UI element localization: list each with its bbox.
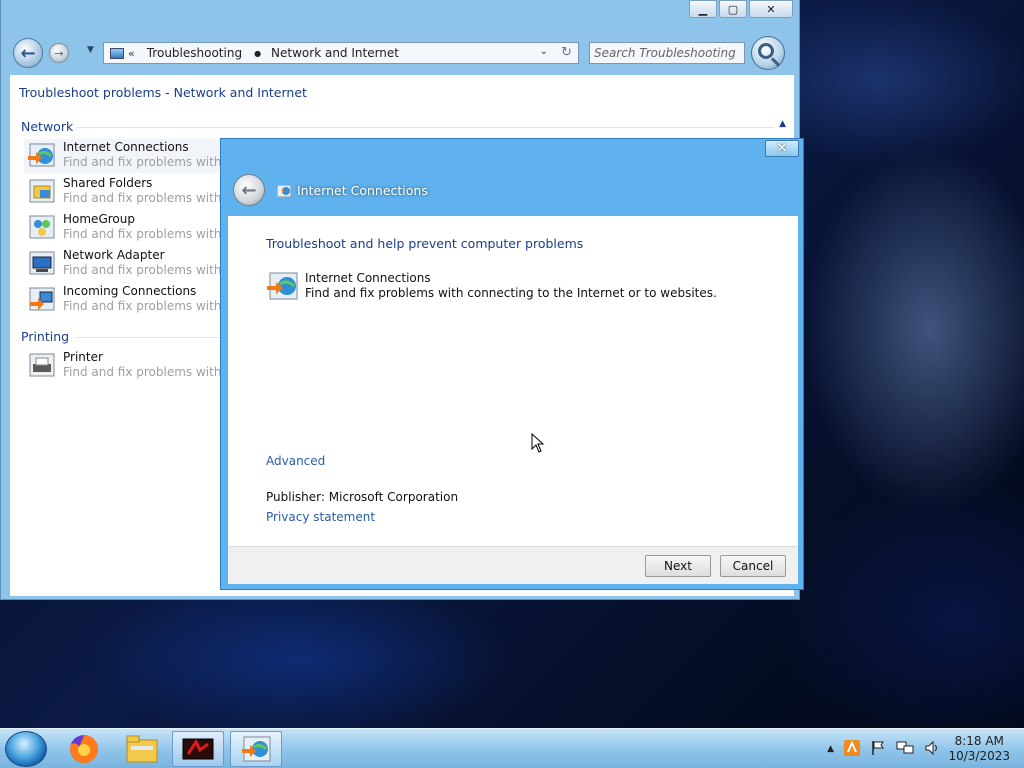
forward-arrow-icon: → <box>54 46 64 60</box>
navigation-bar: ← → ▼ « Troubleshooting ● Network and In… <box>11 36 785 70</box>
dialog-footer: Next Cancel <box>228 546 798 584</box>
clock[interactable]: 8:18 AM 10/3/2023 <box>948 734 1010 764</box>
network-icon[interactable] <box>896 740 914 759</box>
incoming-connections-icon <box>29 287 55 311</box>
media-app-icon <box>182 738 214 760</box>
item-description: Find and fix problems with vie <box>63 227 244 241</box>
minimize-icon: ▁ <box>698 2 708 16</box>
next-button[interactable]: Next <box>645 555 711 577</box>
item-description: Find and fix problems with acc <box>63 191 246 205</box>
printer-icon <box>29 353 55 377</box>
chevron-left-icon[interactable]: « <box>128 47 135 60</box>
item-description: Find and fix problems with inc <box>63 299 243 313</box>
search-input[interactable]: Search Troubleshooting <box>589 42 745 64</box>
collapse-group-icon[interactable]: ▲ <box>779 119 786 129</box>
address-dropdown-icon[interactable]: ⌄ <box>540 46 548 57</box>
item-title: Incoming Connections <box>63 284 197 298</box>
publisher-value: Microsoft Corporation <box>328 490 459 504</box>
volume-icon[interactable] <box>924 740 940 759</box>
window-controls: ▁ ▢ ✕ <box>689 0 793 18</box>
item-title: Shared Folders <box>63 176 153 190</box>
item-title: Internet Connections <box>63 140 189 154</box>
network-adapter-icon <box>29 251 55 275</box>
privacy-statement-link[interactable]: Privacy statement <box>266 510 375 524</box>
show-hidden-icons-icon[interactable]: ▲ <box>827 744 834 754</box>
refresh-icon[interactable]: ↻ <box>561 45 572 60</box>
taskbar-file-explorer[interactable] <box>116 731 168 767</box>
search-icon <box>758 43 774 59</box>
forward-button[interactable]: → <box>49 43 69 63</box>
item-title: Printer <box>63 350 103 364</box>
minimize-button[interactable]: ▁ <box>689 0 717 18</box>
group-header-printing[interactable]: Printing <box>21 329 69 344</box>
tray-app-icon[interactable] <box>844 739 860 759</box>
recent-pages-dropdown[interactable]: ▼ <box>87 45 94 55</box>
action-center-flag-icon[interactable] <box>870 740 886 759</box>
group-header-network[interactable]: Network <box>21 119 73 134</box>
shared-folders-icon <box>29 179 55 203</box>
back-arrow-icon: ← <box>241 179 257 201</box>
search-button[interactable] <box>751 36 785 70</box>
dialog-title: Internet Connections <box>297 183 428 198</box>
item-title: HomeGroup <box>63 212 135 226</box>
internet-connections-icon <box>277 185 291 197</box>
troubleshooter-title: Internet Connections <box>305 271 431 285</box>
address-bar[interactable]: « Troubleshooting ● Network and Internet… <box>103 42 579 64</box>
back-arrow-icon: ← <box>20 42 36 64</box>
troubleshooter-dialog: ✕ ← Internet Connections Troubleshoot an… <box>220 138 804 590</box>
close-icon: ✕ <box>776 141 788 156</box>
item-description: Find and fix problems with pri <box>63 365 242 379</box>
advanced-link[interactable]: Advanced <box>266 454 325 468</box>
back-button[interactable]: ← <box>13 38 43 68</box>
troubleshooter-description: Find and fix problems with connecting to… <box>305 286 717 300</box>
dialog-body: Troubleshoot and help prevent computer p… <box>228 216 798 546</box>
item-description: Find and fix problems with wir <box>63 263 244 277</box>
cancel-button[interactable]: Cancel <box>720 555 786 577</box>
control-panel-icon <box>110 47 124 59</box>
maximize-button[interactable]: ▢ <box>719 0 747 18</box>
close-icon: ✕ <box>766 2 776 16</box>
breadcrumb-network-and-internet[interactable]: Network and Internet <box>271 46 399 60</box>
folder-icon <box>126 735 158 763</box>
clock-date: 10/3/2023 <box>948 749 1010 763</box>
internet-connections-icon <box>28 143 55 167</box>
mouse-cursor-icon <box>531 433 545 453</box>
page-title: Troubleshoot problems - Network and Inte… <box>19 85 307 100</box>
start-button[interactable] <box>5 731 47 767</box>
dialog-back-button[interactable]: ← <box>233 174 265 206</box>
group-divider <box>76 127 774 128</box>
dialog-close-button[interactable]: ✕ <box>765 140 799 157</box>
publisher-label: Publisher: <box>266 490 325 504</box>
taskbar-firefox[interactable] <box>58 731 110 767</box>
clock-time: 8:18 AM <box>954 734 1004 748</box>
close-button[interactable]: ✕ <box>749 0 793 18</box>
item-title: Network Adapter <box>63 248 165 262</box>
taskbar-troubleshooter[interactable] <box>230 731 282 767</box>
dialog-heading: Troubleshoot and help prevent computer p… <box>266 236 584 251</box>
internet-connections-icon <box>267 272 298 300</box>
taskbar: ▲ 8:18 AM 10/3/2023 <box>0 728 1024 768</box>
breadcrumb-separator[interactable]: ● <box>254 49 261 58</box>
publisher-line: Publisher: Microsoft Corporation <box>266 490 458 504</box>
item-description: Find and fix problems with co <box>63 155 240 169</box>
breadcrumb-troubleshooting[interactable]: Troubleshooting <box>147 46 242 60</box>
firefox-icon <box>70 734 99 763</box>
maximize-icon: ▢ <box>727 2 739 16</box>
homegroup-icon <box>29 215 55 239</box>
taskbar-media-app[interactable] <box>172 731 224 767</box>
internet-connections-icon <box>242 736 271 762</box>
